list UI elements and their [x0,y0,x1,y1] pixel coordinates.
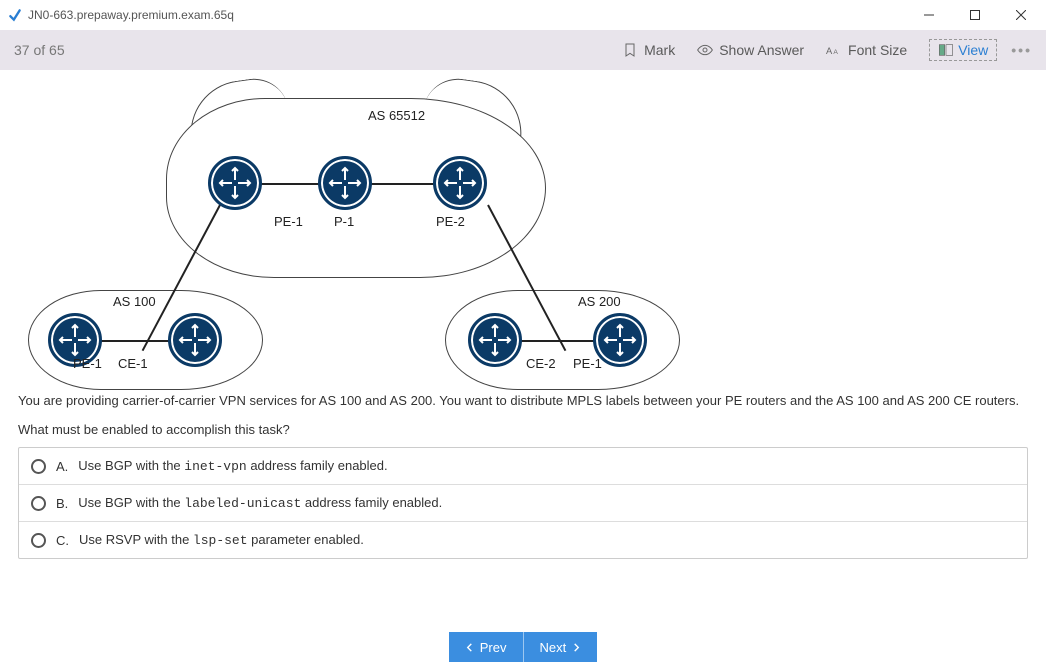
radio-icon [31,459,46,474]
show-answer-button[interactable]: Show Answer [697,42,804,58]
router-icon [318,156,372,210]
font-size-button[interactable]: AA Font Size [826,42,907,58]
network-diagram: AS 65512 PE-1 P-1 PE-2 AS 100 PE-1 CE-1 … [18,80,718,380]
prev-label: Prev [480,640,507,655]
router-icon [168,313,222,367]
option-c[interactable]: C. Use RSVP with the lsp-set parameter e… [19,522,1027,558]
font-size-icon: AA [826,42,842,58]
router-label: PE-1 [274,214,303,229]
question-body: You are providing carrier-of-carrier VPN… [18,392,1028,410]
question-content: AS 65512 PE-1 P-1 PE-2 AS 100 PE-1 CE-1 … [0,70,1046,628]
as-label: AS 100 [113,294,156,309]
router-icon [433,156,487,210]
option-text: Use BGP with the inet-vpn address family… [78,458,387,474]
view-split-icon [938,42,954,58]
router-label: PE-1 [573,356,602,371]
router-label: P-1 [334,214,354,229]
window-title: JN0-663.prepaway.premium.exam.65q [28,8,234,22]
question-progress: 37 of 65 [14,42,65,58]
chevron-right-icon [572,643,581,652]
view-label: View [958,42,988,58]
option-letter: C. [56,533,69,548]
mark-button[interactable]: Mark [622,42,675,58]
option-letter: B. [56,496,68,511]
maximize-button[interactable] [952,0,998,30]
option-a[interactable]: A. Use BGP with the inet-vpn address fam… [19,448,1027,485]
toolbar: 37 of 65 Mark Show Answer AA Font Size V… [0,30,1046,70]
option-letter: A. [56,459,68,474]
as-label: AS 65512 [368,108,425,123]
svg-text:A: A [833,49,838,56]
svg-text:A: A [826,46,833,56]
option-text: Use RSVP with the lsp-set parameter enab… [79,532,364,548]
option-list: A. Use BGP with the inet-vpn address fam… [18,447,1028,559]
eye-icon [697,42,713,58]
router-icon [208,156,262,210]
as-label: AS 200 [578,294,621,309]
prev-button[interactable]: Prev [449,632,524,662]
mark-label: Mark [644,42,675,58]
nav-footer: Prev Next [0,628,1046,666]
title-bar: JN0-663.prepaway.premium.exam.65q [0,0,1046,30]
router-label: PE-2 [436,214,465,229]
router-label: PE-1 [73,356,102,371]
more-menu-button[interactable]: ••• [1011,42,1032,58]
option-b[interactable]: B. Use BGP with the labeled-unicast addr… [19,485,1027,522]
next-label: Next [540,640,567,655]
question-prompt: What must be enabled to accomplish this … [18,422,1028,437]
option-text: Use BGP with the labeled-unicast address… [78,495,442,511]
close-button[interactable] [998,0,1044,30]
chevron-left-icon [465,643,474,652]
app-logo-icon [8,8,22,22]
radio-icon [31,496,46,511]
router-label: CE-1 [118,356,148,371]
minimize-button[interactable] [906,0,952,30]
next-button[interactable]: Next [524,632,598,662]
router-label: CE-2 [526,356,556,371]
radio-icon [31,533,46,548]
show-answer-label: Show Answer [719,42,804,58]
bookmark-icon [622,42,638,58]
view-toggle-button[interactable]: View [929,39,997,61]
font-size-label: Font Size [848,42,907,58]
router-icon [468,313,522,367]
